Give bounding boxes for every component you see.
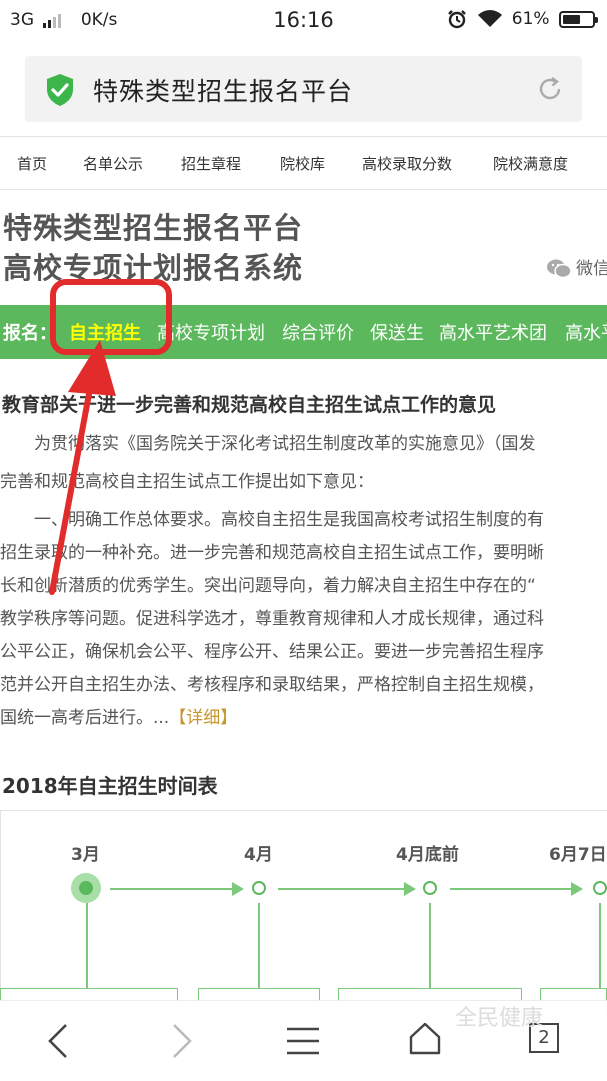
category-tab-special-plan[interactable]: 高校专项计划 xyxy=(157,319,265,345)
milestone-label: 6月7日 xyxy=(549,845,607,865)
battery-fill xyxy=(563,14,580,24)
nav-item-colleges[interactable]: 院校库 xyxy=(280,153,325,174)
timeline-arrowhead xyxy=(232,882,244,896)
article-last-line: 国统一高考后进行。...【详细】 xyxy=(0,702,607,734)
nav-item-scores[interactable]: 高校录取分数 xyxy=(362,153,452,174)
title-line-1: 特殊类型招生报名平台 xyxy=(3,211,304,245)
watermark-logo: 全民健康 xyxy=(455,1006,544,1031)
timeline-connector xyxy=(110,888,234,890)
battery-percent: 61% xyxy=(511,9,550,29)
milestone-stem xyxy=(258,903,260,988)
wechat-label: 微信 xyxy=(576,259,607,279)
timeline-connector xyxy=(278,888,406,890)
article-line: 公平公正，确保机会公平、程序公开、结果公正。要进一步完善招生程序 xyxy=(0,642,544,662)
article-line: 教学秩序等问题。促进科学选才，尊重教育规律和人才成长规律，通过科 xyxy=(0,609,544,629)
milestone-stem xyxy=(86,903,88,988)
milestone-stem xyxy=(429,903,431,988)
milestone-node[interactable] xyxy=(423,881,437,895)
status-bar: 3G 0K/s 16:16 61% xyxy=(0,0,607,42)
reload-icon[interactable] xyxy=(536,75,564,103)
milestone-label: 4月底前 xyxy=(396,845,459,865)
schedule-title: 2018年自主招生时间表 xyxy=(2,774,218,798)
status-right: 61% xyxy=(447,9,598,29)
category-tab-art-troupe[interactable]: 高水平艺术团 xyxy=(439,319,547,345)
back-icon[interactable] xyxy=(46,1023,70,1059)
secure-shield-icon xyxy=(47,74,73,106)
annotation-arrow xyxy=(49,340,116,595)
timeline-arrowhead xyxy=(571,882,583,896)
wechat-icon xyxy=(547,259,572,279)
category-tab-high-level[interactable]: 高水平 xyxy=(565,319,607,345)
timeline-arrowhead xyxy=(404,882,416,896)
address-title: 特殊类型招生报名平台 xyxy=(93,77,354,106)
article-line-text: 国统一高考后进行。... xyxy=(0,708,170,728)
nav-item-satisfaction[interactable]: 院校满意度 xyxy=(493,153,568,174)
milestone-node[interactable] xyxy=(252,881,266,895)
milestone-label: 4月 xyxy=(244,845,273,865)
category-tab-recommended[interactable]: 保送生 xyxy=(370,319,424,345)
nav-item-charter[interactable]: 招生章程 xyxy=(181,153,241,174)
wechat-link[interactable]: 微信 xyxy=(546,254,607,280)
milestone-node-current[interactable] xyxy=(71,873,101,903)
page-title: 特殊类型招生报名平台 高校专项计划报名系统 xyxy=(3,208,303,288)
nav-item-list[interactable]: 名单公示 xyxy=(83,153,143,174)
nav-item-home[interactable]: 首页 xyxy=(17,153,47,174)
timeline-connector xyxy=(450,888,572,890)
detail-link[interactable]: 【详细】 xyxy=(169,708,237,728)
site-nav: 首页 名单公示 招生章程 院校库 高校录取分数 院校满意度 xyxy=(0,136,607,190)
wifi-icon xyxy=(478,10,503,27)
home-icon[interactable] xyxy=(408,1021,442,1055)
article-line: 范并公开自主招生办法、考核程序和录取结果，严格控制自主招生规模， xyxy=(0,675,544,695)
milestone-label: 3月 xyxy=(71,845,100,865)
battery-icon xyxy=(559,10,598,28)
menu-icon[interactable] xyxy=(285,1027,321,1055)
alarm-icon xyxy=(448,10,466,29)
address-bar[interactable]: 特殊类型招生报名平台 xyxy=(25,56,582,122)
milestone-node[interactable] xyxy=(593,881,607,895)
forward-icon[interactable] xyxy=(170,1023,194,1059)
milestone-stem xyxy=(599,903,601,988)
category-tab-comprehensive[interactable]: 综合评价 xyxy=(282,319,354,345)
